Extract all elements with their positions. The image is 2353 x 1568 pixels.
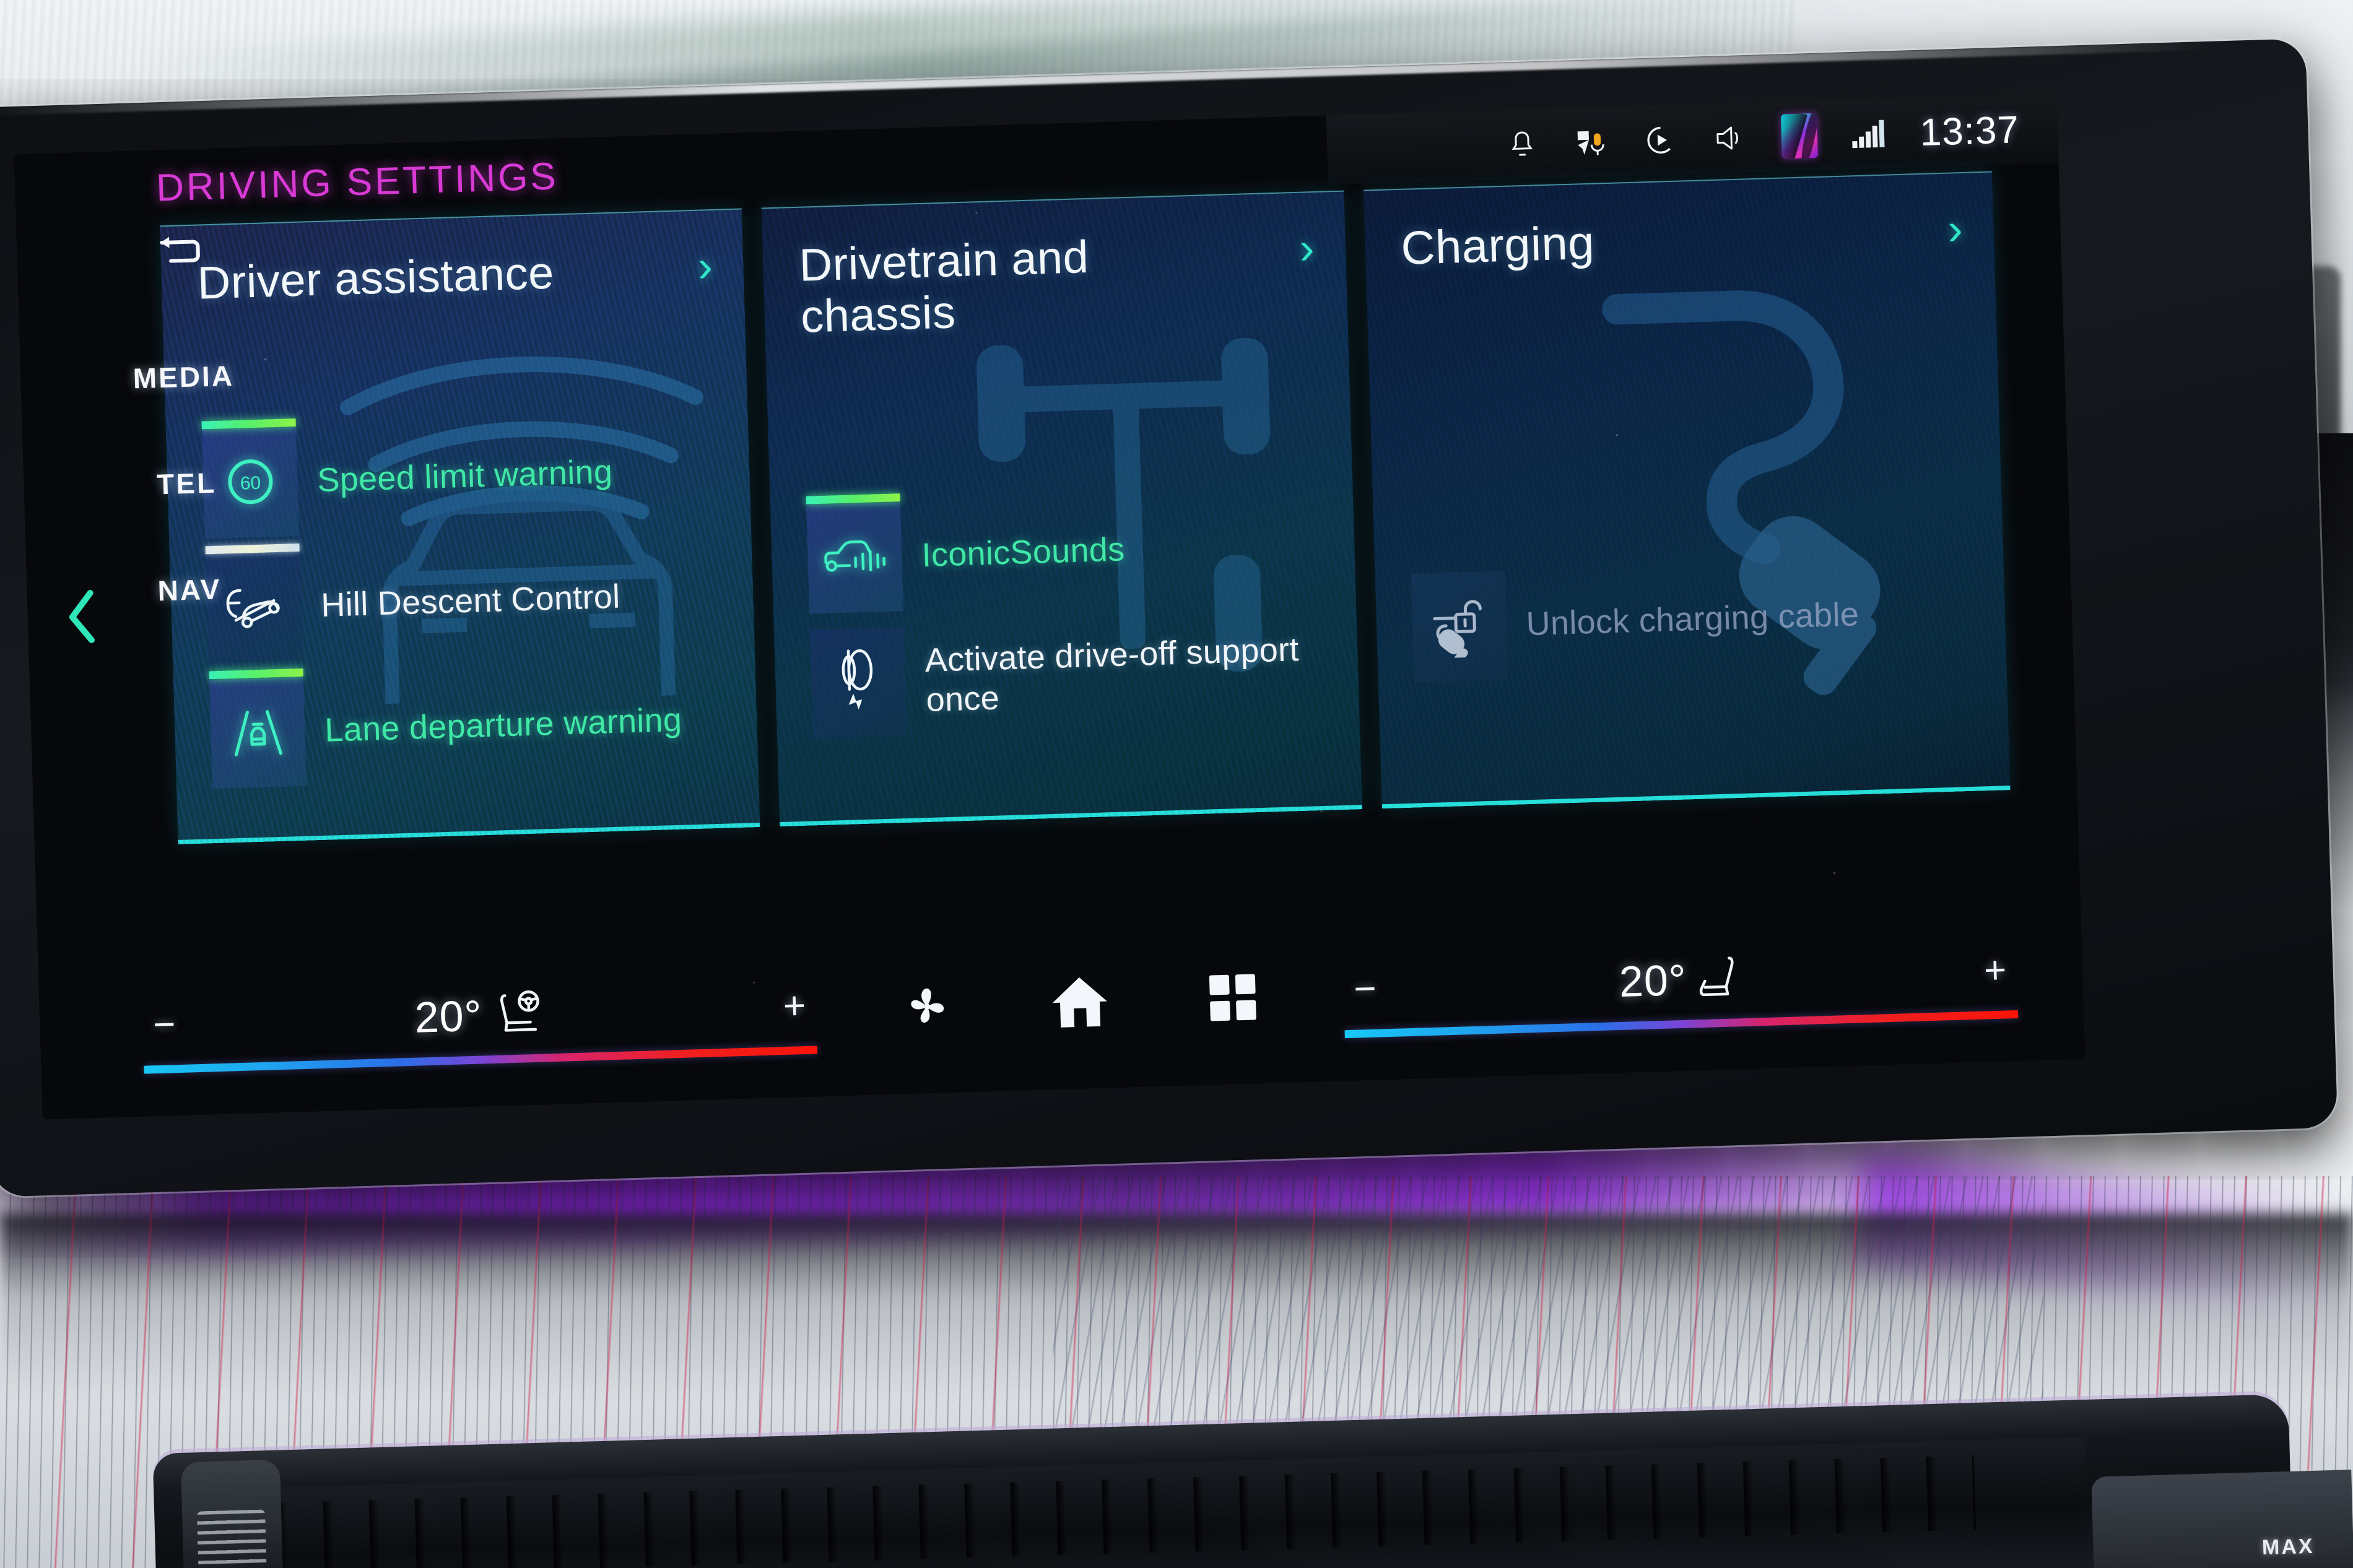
wheel-rolling-icon xyxy=(833,647,884,719)
passenger-seat-icon xyxy=(1694,951,1742,1006)
navigation-mic-icon[interactable] xyxy=(1573,124,1610,161)
chevron-right-icon[interactable]: › xyxy=(1298,223,1315,274)
climate-zone-row: − 20° + xyxy=(132,970,827,1052)
app-tile-icon[interactable] xyxy=(1780,113,1818,159)
max-label: MAX xyxy=(2261,1534,2315,1560)
climate-zone-driver: − 20° + xyxy=(132,970,828,1074)
passenger-temp-display[interactable]: 20° xyxy=(1619,951,1742,1008)
console-left-vent-ribs xyxy=(196,1509,268,1568)
car-sound-waves-icon xyxy=(820,533,890,583)
option-icon-tile xyxy=(806,493,904,614)
option-label: Speed limit warning xyxy=(316,453,614,500)
option-icon-tile xyxy=(209,668,307,789)
fan-icon[interactable] xyxy=(902,982,952,1031)
hardkey-tel[interactable]: TEL xyxy=(74,464,298,503)
driver-seat-steering-wheel-icon xyxy=(490,987,545,1042)
passenger-temp-increase-button[interactable]: + xyxy=(1973,948,2017,992)
hardkey-panel: MEDIA TEL NAV xyxy=(68,232,303,683)
option-list: Unlock charging cable xyxy=(1411,557,1982,698)
passenger-temperature-slider[interactable] xyxy=(1344,1010,2019,1039)
option-list: IconicSounds Activate drive-off support … xyxy=(806,490,1335,755)
home-icon[interactable] xyxy=(1050,974,1111,1030)
climate-center-controls xyxy=(825,955,1334,1037)
lane-departure-icon xyxy=(226,702,290,764)
option-label: Unlock charging cable xyxy=(1525,596,1859,643)
bell-icon[interactable] xyxy=(1503,126,1541,163)
option-label: Lane departure warning xyxy=(324,701,683,749)
passenger-temperature-value: 20° xyxy=(1618,955,1687,1006)
hardkey-media[interactable]: MEDIA xyxy=(72,357,295,397)
card-header: Charging › xyxy=(1364,173,1994,276)
infotainment-screen[interactable]: 13:37 DRIVING SETTINGS Driver assistance… xyxy=(14,93,2086,1120)
chevron-right-icon[interactable]: › xyxy=(1947,204,1963,254)
driver-temperature-value: 20° xyxy=(414,991,483,1042)
option-lane-departure-warning[interactable]: Lane departure warning xyxy=(209,664,734,789)
chevron-right-icon[interactable]: › xyxy=(697,241,713,292)
status-clock: 13:37 xyxy=(1919,108,2020,154)
driver-temp-decrease-button[interactable]: − xyxy=(142,1003,187,1046)
card-header: Drivetrain and chassis › xyxy=(762,192,1347,344)
climate-zone-passenger: − 20° + xyxy=(1333,934,2029,1039)
infotainment-photo-scene: MAX MEDIA TEL NAV 13:37 DRIVING SETTINGS… xyxy=(0,0,2353,1568)
card-title: Charging xyxy=(1400,216,1596,275)
driver-temp-increase-button[interactable]: + xyxy=(772,984,817,1028)
unlock-plug-icon xyxy=(1426,592,1492,663)
hardkey-nav[interactable]: NAV xyxy=(77,570,301,610)
option-icon-tile xyxy=(810,626,908,739)
option-label: Activate drive-off support once xyxy=(924,631,1300,719)
option-status-bar xyxy=(806,493,901,505)
climate-zone-row: − 20° + xyxy=(1333,934,2027,1016)
card-title: Drivetrain and chassis xyxy=(798,230,1090,342)
signal-bars-icon[interactable] xyxy=(1850,116,1887,153)
option-icon-tile xyxy=(1411,571,1508,683)
option-label: Hill Descent Control xyxy=(320,578,621,625)
hardkey-back[interactable] xyxy=(68,232,292,271)
driver-temperature-slider[interactable] xyxy=(144,1046,818,1074)
card-drivetrain-and-chassis[interactable]: Drivetrain and chassis › IconicSounds Ac… xyxy=(761,190,1362,827)
page-title: DRIVING SETTINGS xyxy=(155,155,559,210)
driver-temp-display[interactable]: 20° xyxy=(414,987,545,1044)
option-unlock-charging-cable[interactable]: Unlock charging cable xyxy=(1411,557,1981,683)
settings-card-row: Driver assistance › 60 Speed limit warni… xyxy=(160,171,2011,844)
option-activate-drive-off-support-once[interactable]: Activate drive-off support once xyxy=(810,615,1334,739)
option-label: IconicSounds xyxy=(921,531,1126,574)
option-iconic-sounds[interactable]: IconicSounds xyxy=(806,490,1331,614)
play-circle-icon[interactable] xyxy=(1642,122,1679,159)
apps-grid-icon[interactable] xyxy=(1208,972,1258,1022)
card-charging[interactable]: Charging › Unlock charging cable xyxy=(1363,171,2011,809)
speaker-volume-icon[interactable] xyxy=(1711,119,1749,157)
passenger-temp-decrease-button[interactable]: − xyxy=(1343,968,1388,1011)
